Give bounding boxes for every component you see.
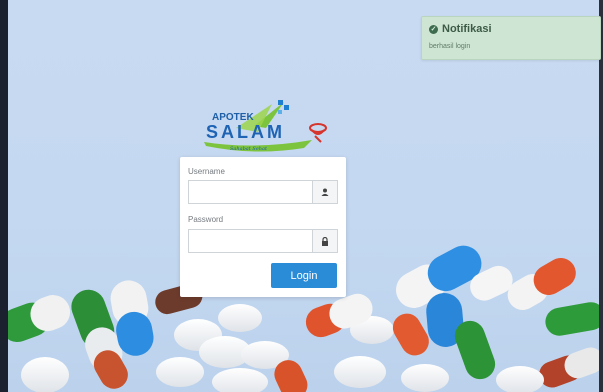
username-input[interactable] <box>189 181 312 203</box>
login-card: Username Password Login <box>180 157 346 297</box>
notification-message: berhasil login <box>429 43 471 50</box>
notification-title: Notifikasi <box>442 23 492 35</box>
notification-header: ✓ Notifikasi <box>429 23 492 35</box>
left-edge <box>0 0 8 392</box>
logo-tagline: Sahabat Sehat <box>230 146 268 152</box>
password-input[interactable] <box>189 230 312 252</box>
check-circle-icon: ✓ <box>429 24 438 34</box>
username-label: Username <box>188 167 225 176</box>
notification-toast[interactable]: ✓ Notifikasi berhasil login <box>421 16 601 60</box>
password-label: Password <box>188 215 224 224</box>
lock-icon <box>312 230 337 252</box>
login-button[interactable]: Login <box>271 263 337 288</box>
apotek-salam-logo: APOTEK SALAM Sahabat Sehat <box>204 100 327 152</box>
username-field-group <box>188 180 338 204</box>
logo-line2: SALAM <box>206 122 285 142</box>
password-field-group <box>188 229 338 253</box>
user-icon <box>312 181 337 203</box>
